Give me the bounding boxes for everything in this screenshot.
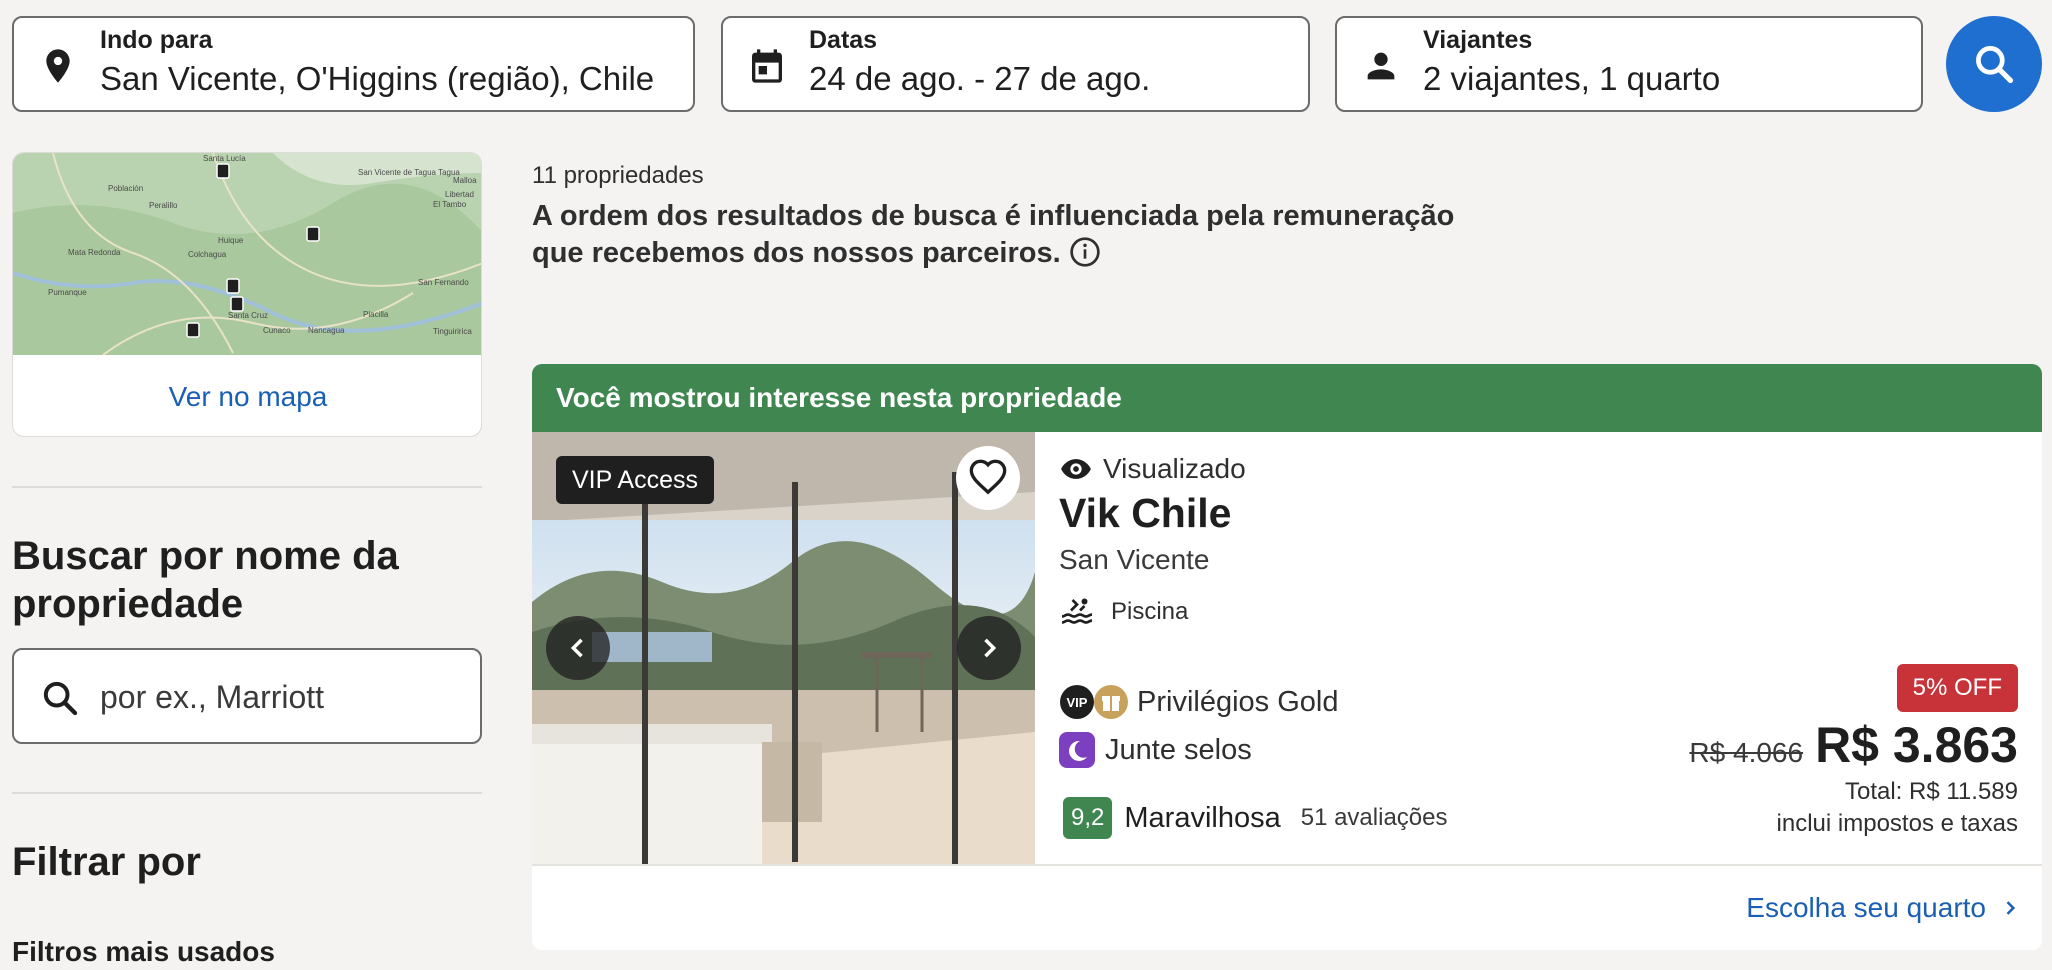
travelers-label: Viajantes: [1423, 26, 1533, 54]
map-card[interactable]: Santa Lucía San Vicente de Tagua Tagua M…: [12, 152, 482, 437]
heart-icon: [969, 459, 1007, 495]
vip-access-badge: VIP Access: [556, 456, 714, 504]
destination-value: San Vicente, O'Higgins (região), Chile: [100, 60, 655, 97]
property-name-input[interactable]: [100, 674, 470, 720]
search-icon: [43, 681, 78, 716]
loyalty-label: Privilégios Gold: [1137, 685, 1339, 718]
ranking-disclaimer: A ordem dos resultados de busca é influe…: [532, 198, 1472, 272]
map-place-label: Población: [108, 184, 143, 193]
map-place-label: Santa Lucía: [203, 154, 246, 163]
map-place-label: San Vicente de Tagua Tagua: [358, 168, 460, 177]
chevron-right-icon: [984, 638, 997, 658]
favorite-button[interactable]: [956, 446, 1020, 510]
review-count[interactable]: 51 avaliações: [1301, 804, 1448, 832]
filter-heading: Filtrar por: [12, 840, 201, 884]
map-place-label: Placilla: [363, 310, 389, 319]
price-row: R$ 4.066 R$ 3.863: [1689, 716, 2018, 774]
rating-score: 9,2: [1063, 797, 1113, 839]
chevron-left-icon: [570, 638, 583, 658]
viewed-indicator: Visualizado: [1059, 452, 1246, 486]
map-place-label: Tinguiririca: [433, 327, 472, 336]
map-place-label: San Fernando: [418, 278, 469, 287]
map-place-label: Nancagua: [308, 326, 345, 335]
guest-rating: 9,2 Maravilhosa 51 avaliações: [1063, 797, 1447, 839]
hotel-marker-icon: [306, 226, 320, 242]
map-place-label: El Tambo: [433, 200, 467, 209]
destination-field[interactable]: Indo para San Vicente, O'Higgins (região…: [12, 16, 695, 112]
amenity-item: Piscina: [1059, 594, 1188, 630]
map-place-label: Peralillo: [149, 201, 178, 210]
previous-photo-button[interactable]: [546, 616, 610, 680]
choose-room-label: Escolha seu quarto: [1746, 892, 1986, 923]
location-pin-icon: [46, 49, 70, 83]
total-price: Total: R$ 11.589: [1844, 778, 2018, 805]
map-place-label: Cunaco: [263, 326, 291, 335]
pool-icon: [1061, 598, 1093, 624]
chevron-right-icon: [2006, 901, 2016, 915]
discount-badge: 5% OFF: [1896, 664, 2018, 712]
map-thumbnail[interactable]: Santa Lucía San Vicente de Tagua Tagua M…: [13, 153, 482, 355]
stamps-program: Junte selos: [1059, 732, 1252, 768]
disclaimer-text: A ordem dos resultados de busca é influe…: [532, 200, 1455, 269]
map-place-label: Colchagua: [188, 250, 227, 259]
eye-icon: [1061, 459, 1091, 479]
travelers-field[interactable]: Viajantes 2 viajantes, 1 quarto: [1335, 16, 1923, 112]
property-photo[interactable]: VIP Access: [532, 432, 1035, 864]
vip-mark: VIP: [1067, 695, 1088, 710]
loyalty-program: VIP Privilégios Gold: [1059, 684, 1338, 720]
destination-label: Indo para: [100, 26, 213, 54]
vip-icon: VIP: [1060, 685, 1094, 719]
search-by-name-heading: Buscar por nome da propriedade: [12, 534, 399, 626]
travelers-value: 2 viajantes, 1 quarto: [1423, 60, 1721, 97]
map-place-label: Libertad: [445, 190, 474, 199]
original-price: R$ 4.066: [1689, 737, 1804, 768]
view-on-map-link[interactable]: Ver no mapa: [13, 355, 481, 436]
info-icon[interactable]: [1069, 236, 1101, 268]
hotel-marker-icon: [230, 296, 244, 312]
gift-icon: [1094, 685, 1128, 719]
property-name-search[interactable]: [12, 648, 482, 744]
rating-word: Maravilhosa: [1124, 801, 1281, 834]
stamps-label: Junte selos: [1105, 733, 1252, 766]
sidebar-divider: [12, 792, 482, 794]
hotel-marker-icon: [186, 322, 200, 338]
map-place-label: Santa Cruz: [228, 311, 268, 320]
dates-label: Datas: [809, 26, 878, 54]
choose-room-link[interactable]: Escolha seu quarto: [1746, 892, 2020, 924]
map-place-label: Pumanque: [48, 288, 87, 297]
search-icon: [1976, 46, 2014, 84]
viewed-label: Visualizado: [1103, 453, 1246, 484]
amenity-label: Piscina: [1111, 598, 1189, 625]
hotel-marker-icon: [226, 278, 240, 294]
map-place-label: Malloa: [453, 176, 477, 185]
map-place-label: Mata Redonda: [68, 248, 121, 257]
person-icon: [1367, 52, 1395, 80]
results-count: 11 propriedades: [532, 162, 704, 189]
hotel-marker-icon: [216, 163, 230, 179]
nightly-price: R$ 3.863: [1815, 717, 2018, 773]
property-name[interactable]: Vik Chile: [1059, 490, 1231, 537]
sidebar-divider: [12, 486, 482, 488]
interest-banner: Você mostrou interesse nesta propriedade: [532, 364, 2042, 432]
taxes-note: inclui impostos e taxas: [1776, 810, 2018, 837]
search-button[interactable]: [1946, 16, 2042, 112]
calendar-icon: [752, 49, 782, 83]
card-footer: Escolha seu quarto: [532, 864, 2042, 950]
popular-filters-heading: Filtros mais usados: [12, 936, 275, 967]
property-card[interactable]: Você mostrou interesse nesta propriedade: [532, 364, 2042, 950]
property-location: San Vicente: [1059, 544, 1210, 575]
dates-field[interactable]: Datas 24 de ago. - 27 de ago.: [721, 16, 1310, 112]
map-place-label: Huique: [218, 236, 244, 245]
dates-value: 24 de ago. - 27 de ago.: [809, 60, 1151, 97]
moon-icon: [1059, 732, 1095, 768]
next-photo-button[interactable]: [957, 616, 1021, 680]
